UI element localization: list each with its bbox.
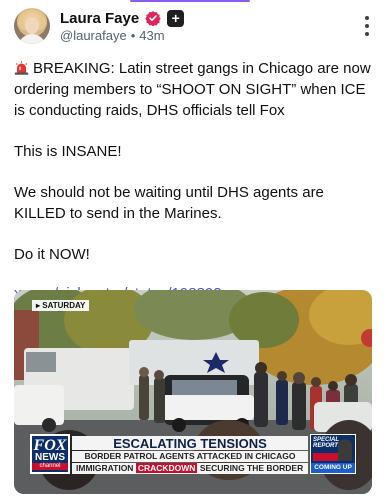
post-body: BREAKING: Latin street gangs in Chicago … — [14, 58, 374, 304]
coming-up-label: COMING UP — [311, 463, 355, 473]
post-paragraph-2: This is INSANE! — [14, 143, 122, 160]
fox-news-logo: FOX NEWS channel — [30, 434, 70, 474]
avatar-face — [25, 17, 39, 34]
logo-channel-text: channel — [32, 462, 68, 470]
ticker-highlight: CRACKDOWN — [135, 463, 198, 473]
special-report-portrait — [338, 439, 352, 461]
post-header: Laura Faye + @laurafaye • 43m — [14, 8, 374, 46]
post-paragraph-3: We should not be waiting until DHS agent… — [14, 184, 324, 222]
post-video[interactable]: ▸ SATURDAY FOX NEWS channel ESCALATING T… — [14, 290, 372, 494]
more-options-icon[interactable] — [364, 16, 370, 36]
day-label: ▸ SATURDAY — [32, 300, 90, 311]
top-progress-segment — [130, 0, 250, 2]
special-report-label: SPECIAL REPORT — [313, 437, 340, 449]
avatar-body — [18, 34, 46, 44]
chyron-ticker: IMMIGRATION CRACKDOWN SECURING THE BORDE… — [72, 463, 308, 474]
top-progress-bar — [0, 0, 386, 2]
ticker-left: IMMIGRATION — [76, 463, 134, 473]
post-paragraph-1: BREAKING: Latin street gangs in Chicago … — [14, 58, 374, 121]
post-card[interactable]: Laura Faye + @laurafaye • 43m BREAKING: … — [14, 8, 374, 494]
chyron-headline: ESCALATING TENSIONS — [72, 436, 308, 451]
ticker-right: SECURING THE BORDER — [199, 463, 304, 473]
logo-fox-text: FOX — [33, 436, 67, 454]
avatar[interactable] — [14, 8, 50, 44]
news-chyron: FOX NEWS channel ESCALATING TENSIONS BOR… — [30, 430, 356, 478]
post-paragraph-4: Do it NOW! — [14, 246, 90, 263]
post-meta: @laurafaye • 43m — [60, 28, 165, 43]
siren-icon — [14, 61, 29, 75]
special-report-caption — [313, 453, 339, 461]
logo-news-text: NEWS — [35, 451, 65, 463]
post-paragraph-1-text: BREAKING: Latin street gangs in Chicago … — [14, 60, 371, 119]
verified-badge-icon — [145, 11, 161, 26]
meta-separator: • — [130, 28, 136, 43]
post-timestamp[interactable]: 43m — [139, 28, 164, 43]
author-name[interactable]: Laura Faye — [60, 10, 139, 27]
plus-badge-icon: + — [167, 9, 185, 27]
author-handle[interactable]: @laurafaye — [60, 28, 127, 43]
chyron-subline: BORDER PATROL AGENTS ATTACKED IN CHICAGO — [72, 451, 308, 462]
special-report-box: SPECIAL REPORT COMING UP — [310, 434, 356, 474]
author-row: Laura Faye + — [60, 9, 185, 27]
